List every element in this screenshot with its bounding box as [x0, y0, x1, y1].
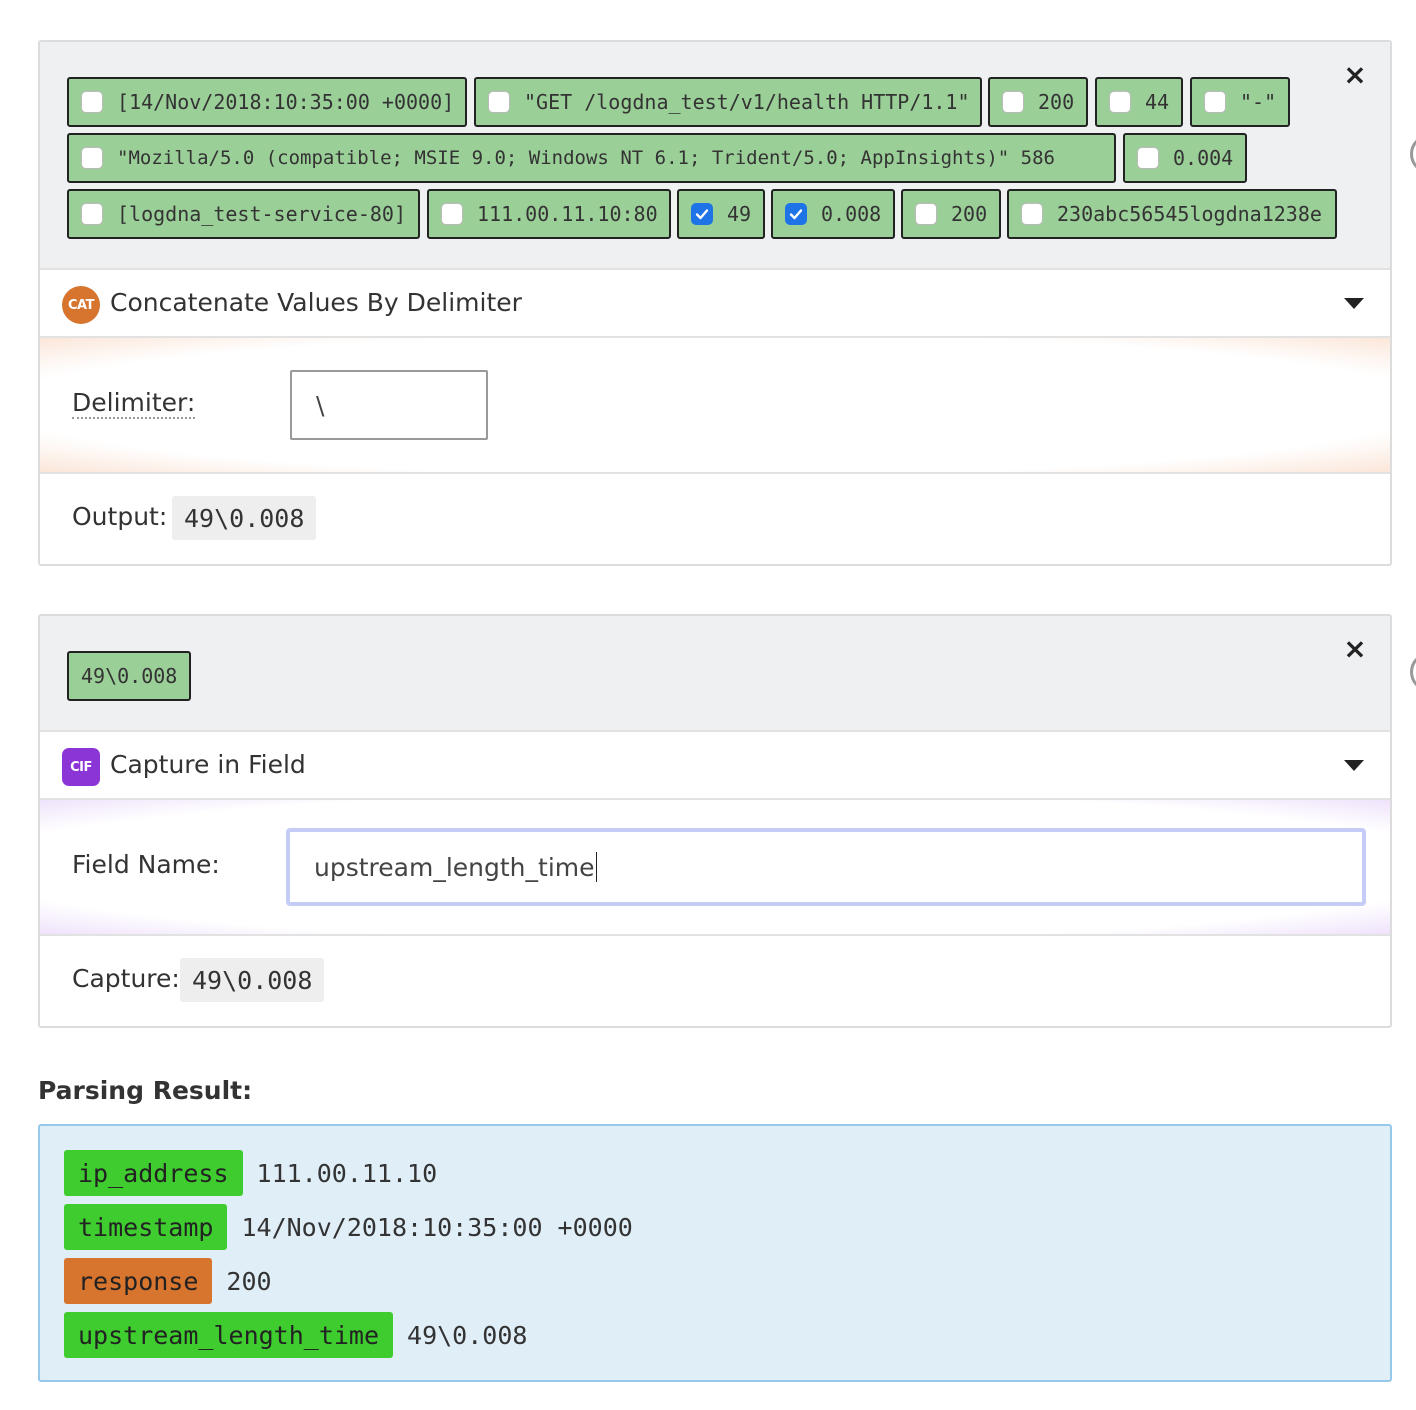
field-name-param-area: Field Name: upstream_length_time: [40, 800, 1390, 934]
capture-label: Capture:: [72, 964, 180, 993]
token-checkbox[interactable]: [1109, 91, 1131, 113]
token-5[interactable]: "Mozilla/5.0 (compatible; MSIE 9.0; Wind…: [67, 133, 1116, 183]
result-value: 49\0.008: [407, 1320, 528, 1350]
result-row: timestamp 14/Nov/2018:10:35:00 +0000: [64, 1204, 633, 1250]
token-7[interactable]: [logdna_test-service-80]: [67, 189, 420, 239]
token-0[interactable]: 49\0.008: [67, 651, 191, 701]
field-name-input[interactable]: upstream_length_time: [286, 828, 1366, 906]
parsing-result-heading: Parsing Result:: [38, 1076, 253, 1105]
token-checkbox[interactable]: [1002, 91, 1024, 113]
token-6[interactable]: 0.004: [1123, 133, 1247, 183]
output-row: Output: 49\0.008: [40, 474, 1390, 564]
token-checkbox[interactable]: [1204, 91, 1226, 113]
capture-transform-card: 49\0.008 × CIF Capture in Field Field Na…: [38, 614, 1392, 1028]
result-row: ip_address 111.00.11.10: [64, 1150, 437, 1196]
token-checkbox[interactable]: [81, 147, 103, 169]
result-row: response 200: [64, 1258, 272, 1304]
parsing-result-box: ip_address 111.00.11.10 timestamp 14/Nov…: [38, 1124, 1392, 1382]
transform-selector[interactable]: CIF Capture in Field: [40, 732, 1390, 798]
chevron-down-icon[interactable]: [1344, 760, 1364, 771]
delimiter-label: Delimiter:: [72, 388, 196, 419]
transform-selector[interactable]: CAT Concatenate Values By Delimiter: [40, 270, 1390, 336]
delimiter-input[interactable]: \: [290, 370, 488, 440]
result-key: response: [64, 1258, 213, 1304]
token-0[interactable]: [14/Nov/2018:10:35:00 +0000]: [67, 77, 467, 127]
result-key: upstream_length_time: [64, 1312, 394, 1358]
result-value: 111.00.11.10: [256, 1158, 438, 1188]
result-value: 200: [226, 1266, 272, 1296]
remove-transform-button[interactable]: ×: [1340, 60, 1370, 90]
token-checkbox[interactable]: [1137, 147, 1159, 169]
capture-value: 49\0.008: [180, 958, 325, 1002]
token-12[interactable]: 230abc56545logdna1238e: [1007, 189, 1337, 239]
token-checkbox[interactable]: [915, 203, 937, 225]
token-8[interactable]: 111.00.11.10:80: [427, 189, 671, 239]
token-4[interactable]: "-": [1190, 77, 1290, 127]
token-checkbox[interactable]: [488, 91, 510, 113]
output-value: 49\0.008: [172, 496, 317, 540]
text-cursor: [595, 852, 597, 882]
cat-badge-icon: CAT: [62, 286, 100, 324]
token-checkbox[interactable]: [1021, 203, 1043, 225]
token-2[interactable]: 200: [988, 77, 1088, 127]
token-checkbox[interactable]: [81, 203, 103, 225]
token-area: [14/Nov/2018:10:35:00 +0000] "GET /logdn…: [40, 42, 1390, 268]
token-11[interactable]: 200: [901, 189, 1001, 239]
token-checkbox[interactable]: [81, 91, 103, 113]
concatenate-transform-card: [14/Nov/2018:10:35:00 +0000] "GET /logdn…: [38, 40, 1392, 566]
token-10[interactable]: 0.008: [771, 189, 895, 239]
result-key: ip_address: [64, 1150, 243, 1196]
transform-title: Capture in Field: [110, 750, 306, 779]
chevron-down-icon[interactable]: [1344, 298, 1364, 309]
token-checkbox[interactable]: [441, 203, 463, 225]
capture-row: Capture: 49\0.008: [40, 936, 1390, 1026]
result-row: upstream_length_time 49\0.008: [64, 1312, 527, 1358]
checkmark-icon: [789, 209, 803, 220]
token-1[interactable]: "GET /logdna_test/v1/health HTTP/1.1": [474, 77, 982, 127]
cif-badge-icon: CIF: [62, 748, 100, 786]
output-label: Output:: [72, 502, 168, 531]
remove-transform-button[interactable]: ×: [1340, 634, 1370, 664]
token-checkbox-checked[interactable]: [691, 203, 713, 225]
checkmark-icon: [695, 209, 709, 220]
add-step-icon[interactable]: [1410, 134, 1416, 174]
result-key: timestamp: [64, 1204, 228, 1250]
transform-title: Concatenate Values By Delimiter: [110, 288, 522, 317]
delimiter-param-area: Delimiter: \: [40, 338, 1390, 472]
token-3[interactable]: 44: [1095, 77, 1183, 127]
token-9[interactable]: 49: [677, 189, 765, 239]
token-checkbox-checked[interactable]: [785, 203, 807, 225]
result-value: 14/Nov/2018:10:35:00 +0000: [241, 1212, 633, 1242]
token-area: 49\0.008 ×: [40, 616, 1390, 730]
add-step-icon[interactable]: [1410, 652, 1416, 692]
field-name-label: Field Name:: [72, 850, 220, 879]
